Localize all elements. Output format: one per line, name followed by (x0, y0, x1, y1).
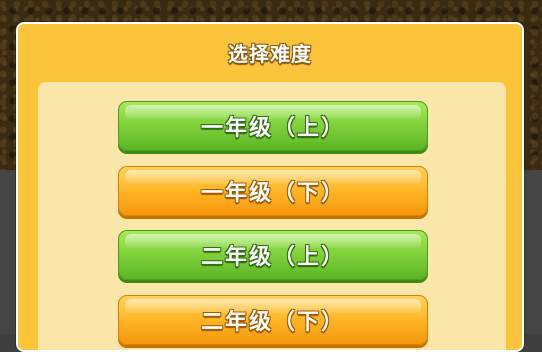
level-list-panel: 一年级（上） 一年级（下） 二年级（上） 二年级（下） (38, 82, 506, 350)
level-button-label: 一年级（上） (200, 116, 345, 141)
dialog-title: 选择难度 (228, 42, 312, 66)
level-button-grade2-first[interactable]: 二年级（上） (118, 230, 428, 280)
level-button-grade1-first[interactable]: 一年级（上） (118, 101, 428, 151)
level-button-label: 二年级（下） (200, 310, 345, 335)
difficulty-dialog: 选择难度 一年级（上） 一年级（下） 二年级（上） 二年级（下） (16, 22, 524, 352)
level-button-grade2-second[interactable]: 二年级（下） (118, 295, 428, 345)
level-button-label: 二年级（上） (200, 245, 345, 270)
level-button-grade1-second[interactable]: 一年级（下） (118, 166, 428, 216)
level-button-label: 一年级（下） (200, 181, 345, 206)
